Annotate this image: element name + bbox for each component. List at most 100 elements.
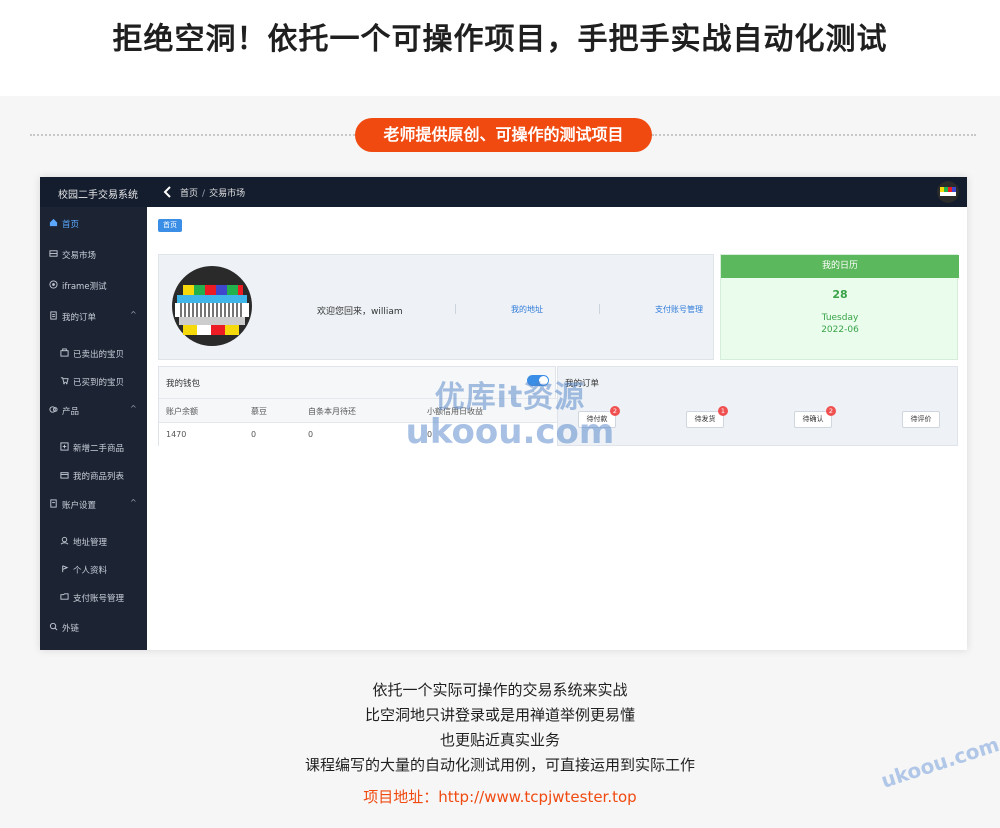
sidebar-item-label: 地址管理 bbox=[73, 538, 108, 548]
divider bbox=[455, 304, 456, 314]
chevron-up-icon: ^ bbox=[130, 498, 137, 507]
calendar-title: 我的日历 bbox=[721, 255, 959, 278]
calendar-day: 28 bbox=[832, 288, 848, 301]
pending-shipment-button[interactable]: 待发货 1 bbox=[686, 406, 728, 428]
chevron-up-icon: ^ bbox=[130, 310, 137, 319]
product-icon bbox=[49, 406, 58, 413]
add-goods-icon bbox=[60, 442, 69, 451]
dotted-divider-right bbox=[652, 134, 976, 136]
sidebar-item-bought[interactable]: 已买到的宝贝 bbox=[40, 371, 147, 391]
orders-title: 我的订单 bbox=[565, 379, 600, 389]
description-line: 课程编写的大量的自动化测试用例，可直接运用到实际工作 bbox=[304, 756, 695, 774]
hero-banner: 拒绝空洞！依托一个可操作项目，手把手实战自动化测试 bbox=[0, 0, 1000, 96]
project-url[interactable]: 项目地址：http://www.tcpjwtester.top bbox=[0, 786, 1000, 807]
sidebar: 首页 交易市场 iframe测试 我的订单 ^ 已卖出的宝贝 已买到的宝贝 产品… bbox=[40, 207, 147, 650]
count-badge: 1 bbox=[718, 406, 728, 416]
calendar-card: 我的日历 28 Tuesday 2022-06 bbox=[720, 254, 959, 360]
sidebar-item-label: 个人资料 bbox=[73, 566, 108, 576]
account-icon bbox=[50, 499, 57, 508]
table-cell: 0 bbox=[251, 430, 257, 439]
wallet-toggle[interactable] bbox=[527, 375, 549, 386]
pending-confirm-button[interactable]: 待确认 2 bbox=[794, 406, 836, 428]
sidebar-item-label: 交易市场 bbox=[62, 251, 97, 261]
hero-title: 拒绝空洞！依托一个可操作项目，手把手实战自动化测试 bbox=[112, 22, 888, 57]
main-content: 首页 欢迎您回来，william 我的地址 支付账号管理 我的日历 28 Tue… bbox=[147, 207, 967, 650]
pending-payment-button[interactable]: 待付款 2 bbox=[578, 406, 620, 428]
divider bbox=[599, 304, 600, 314]
wallet-table: 账户余额 慕豆 自条本月待还 小额信用日收益 1470 0 0 0 bbox=[159, 398, 557, 446]
goods-list-icon bbox=[60, 472, 69, 479]
sidebar-item-label: 支付账号管理 bbox=[73, 594, 125, 604]
sidebar-item-external[interactable]: 外链 bbox=[40, 617, 147, 637]
table-cell: 0 bbox=[427, 430, 433, 439]
user-avatar[interactable] bbox=[937, 181, 959, 203]
description-line: 也更贴近真实业务 bbox=[439, 731, 560, 749]
sold-icon bbox=[60, 348, 69, 357]
sidebar-item-market[interactable]: 交易市场 bbox=[40, 244, 147, 264]
section-pill: 老师提供原创、可操作的测试项目 bbox=[355, 118, 652, 152]
orders-icon bbox=[50, 311, 57, 320]
table-header-row: 账户余额 慕豆 自条本月待还 小额信用日收益 bbox=[159, 398, 557, 422]
sidebar-item-home[interactable]: 首页 bbox=[40, 213, 147, 233]
breadcrumb-market[interactable]: 交易市场 bbox=[209, 186, 245, 199]
order-button-label: 待确认 bbox=[802, 415, 824, 423]
calendar-weekday: Tuesday bbox=[821, 313, 859, 323]
table-header-cell: 账户余额 bbox=[166, 407, 198, 416]
table-header-cell: 自条本月待还 bbox=[308, 407, 356, 416]
sidebar-item-label: 我的商品列表 bbox=[73, 472, 125, 482]
table-row: 1470 0 0 0 bbox=[159, 422, 557, 446]
table-cell: 1470 bbox=[166, 430, 187, 439]
sidebar-item-iframe[interactable]: iframe测试 bbox=[40, 275, 147, 295]
sidebar-item-account[interactable]: 账户设置 ^ bbox=[40, 494, 147, 514]
orders-card: 我的订单 待付款 2 待发货 1 待确认 2 待评价 bbox=[557, 366, 958, 446]
breadcrumb: 首页 / 交易市场 bbox=[180, 186, 245, 199]
wallet-title: 我的钱包 bbox=[166, 379, 201, 389]
app-brand: 校园二手交易系统 bbox=[58, 190, 138, 201]
wallet-card: 我的钱包 账户余额 慕豆 自条本月待还 小额信用日收益 1470 0 0 0 bbox=[158, 366, 557, 446]
count-badge: 2 bbox=[610, 406, 620, 416]
sidebar-item-label: 我的订单 bbox=[62, 313, 97, 323]
dotted-divider-left bbox=[30, 134, 355, 136]
sidebar-item-address[interactable]: 地址管理 bbox=[40, 531, 147, 551]
pending-review-button[interactable]: 待评价 bbox=[902, 411, 940, 428]
frame-icon bbox=[49, 280, 58, 289]
sidebar-item-label: 首页 bbox=[62, 220, 80, 230]
home-icon bbox=[49, 218, 58, 227]
sidebar-item-pay-account[interactable]: 支付账号管理 bbox=[40, 587, 147, 607]
count-badge: 2 bbox=[826, 406, 836, 416]
sidebar-item-profile[interactable]: 个人资料 bbox=[40, 559, 147, 579]
order-button-label: 待评价 bbox=[910, 415, 932, 423]
sidebar-item-orders[interactable]: 我的订单 ^ bbox=[40, 306, 147, 326]
sidebar-item-label: 产品 bbox=[62, 407, 80, 417]
table-cell: 0 bbox=[308, 430, 314, 439]
sidebar-item-label: 已买到的宝贝 bbox=[73, 378, 125, 388]
sidebar-item-product[interactable]: 产品 ^ bbox=[40, 400, 147, 420]
breadcrumb-separator: / bbox=[202, 189, 206, 199]
sidebar-item-goods-list[interactable]: 我的商品列表 bbox=[40, 465, 147, 485]
home-tab-tag[interactable]: 首页 bbox=[158, 219, 182, 232]
chevron-up-icon: ^ bbox=[130, 404, 137, 413]
pay-account-link[interactable]: 支付账号管理 bbox=[655, 304, 703, 315]
bought-icon bbox=[60, 377, 69, 385]
description-line: 比空洞地只讲登录或是用禅道举例更易懂 bbox=[364, 706, 635, 724]
sidebar-item-label: 已卖出的宝贝 bbox=[73, 350, 125, 360]
sidebar-item-label: 外链 bbox=[62, 624, 80, 634]
sidebar-item-add-goods[interactable]: 新增二手商品 bbox=[40, 437, 147, 457]
calendar-month: 2022-06 bbox=[821, 325, 859, 335]
my-address-link[interactable]: 我的地址 bbox=[511, 304, 543, 315]
description-line: 依托一个实际可操作的交易系统来实战 bbox=[372, 681, 628, 699]
order-button-label: 待付款 bbox=[586, 415, 608, 423]
app-screenshot: 校园二手交易系统 首页 / 交易市场 首页 交易市场 iframe测试 我的订单… bbox=[40, 177, 967, 650]
sidebar-item-sold[interactable]: 已卖出的宝贝 bbox=[40, 343, 147, 363]
table-header-cell: 小额信用日收益 bbox=[427, 407, 483, 416]
table-header-cell: 慕豆 bbox=[251, 407, 267, 416]
sidebar-item-label: 账户设置 bbox=[62, 501, 97, 511]
profile-icon bbox=[62, 565, 69, 573]
back-arrow-icon[interactable] bbox=[161, 184, 175, 200]
app-topbar: 校园二手交易系统 首页 / 交易市场 bbox=[40, 177, 967, 207]
external-link-icon bbox=[49, 622, 58, 631]
welcome-card: 欢迎您回来，william 我的地址 支付账号管理 bbox=[158, 254, 714, 360]
sidebar-item-label: 新增二手商品 bbox=[73, 444, 125, 454]
breadcrumb-home[interactable]: 首页 bbox=[180, 186, 198, 199]
test-card-logo bbox=[172, 266, 252, 346]
